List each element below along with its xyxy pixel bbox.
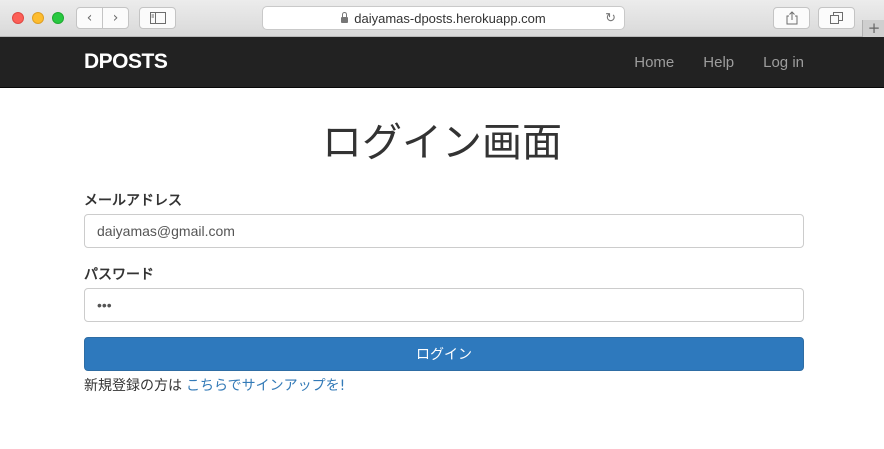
chevron-right-icon[interactable]: ›	[103, 8, 128, 28]
window-maximize-button[interactable]	[52, 12, 64, 24]
url-text: daiyamas-dposts.herokuapp.com	[354, 10, 546, 26]
nav-home-link[interactable]: Home	[634, 54, 674, 71]
tabs-icon[interactable]	[818, 7, 855, 29]
sidebar-icon[interactable]	[139, 7, 176, 29]
signup-prefix: 新規登録の方は	[84, 378, 182, 394]
login-button[interactable]: ログイン	[84, 337, 804, 371]
history-nav: ‹ ›	[76, 7, 129, 29]
new-tab-button[interactable]: +	[862, 20, 884, 37]
chevron-left-icon[interactable]: ‹	[77, 8, 103, 28]
site-navbar: DPOSTS Home Help Log in	[0, 37, 884, 88]
reload-icon[interactable]: ↻	[605, 10, 616, 26]
email-label: メールアドレス	[84, 193, 182, 209]
nav-links: Home Help Log in	[634, 54, 804, 71]
signup-prompt: 新規登録の方は こちらでサインアップを!	[84, 375, 345, 395]
password-label: パスワード	[84, 267, 154, 283]
nav-help-link[interactable]: Help	[703, 54, 734, 71]
window-close-button[interactable]	[12, 12, 24, 24]
nav-login-link[interactable]: Log in	[763, 54, 804, 71]
window-minimize-button[interactable]	[32, 12, 44, 24]
signup-link[interactable]: こちらでサインアップを!	[186, 378, 345, 394]
password-value: •••	[97, 297, 112, 313]
browser-toolbar: ‹ › daiyamas-dposts.herokuapp.com ↻ +	[0, 0, 884, 37]
password-field[interactable]: •••	[84, 288, 804, 322]
brand-logo[interactable]: DPOSTS	[84, 50, 168, 74]
address-bar[interactable]: daiyamas-dposts.herokuapp.com ↻	[262, 6, 625, 30]
page-title: ログイン画面	[322, 120, 562, 166]
lock-icon	[341, 12, 349, 23]
email-field[interactable]: daiyamas@gmail.com	[84, 214, 804, 248]
email-value: daiyamas@gmail.com	[97, 223, 235, 239]
share-icon[interactable]	[773, 7, 810, 29]
